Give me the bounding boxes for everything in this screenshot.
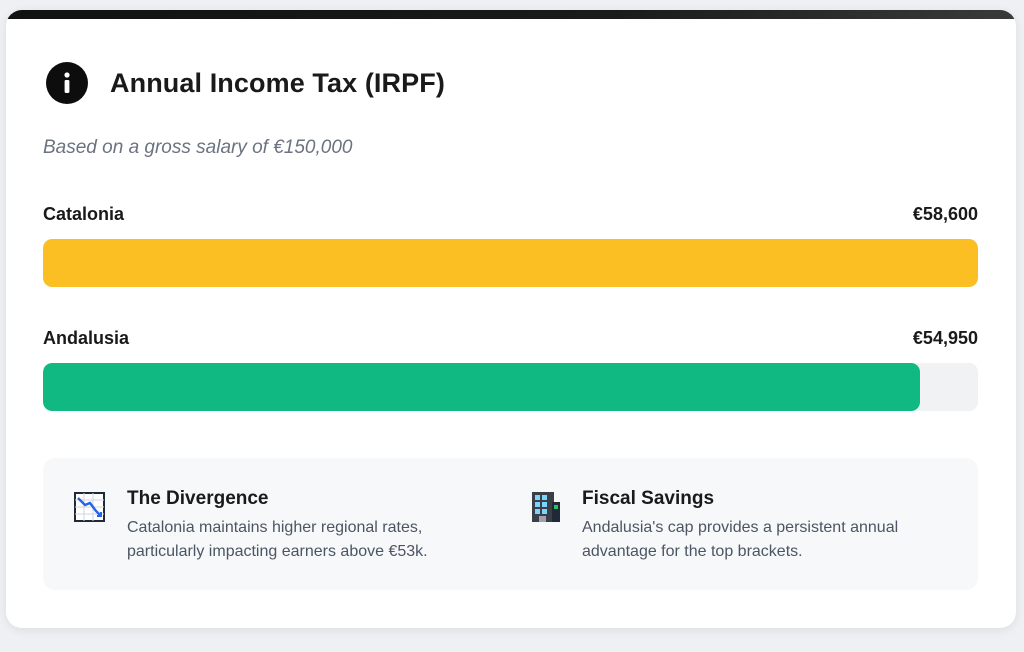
note-body: Andalusia's cap provides a persistent an… — [582, 516, 898, 564]
note-line: Catalonia maintains higher regional rate… — [127, 519, 423, 536]
card-title: Annual Income Tax (IRPF) — [110, 67, 445, 98]
note-divergence: The Divergence Catalonia maintains highe… — [73, 488, 428, 564]
tax-bar-fill — [43, 363, 920, 411]
note-body: Catalonia maintains higher regional rate… — [127, 516, 428, 564]
region-amount: €54,950 — [912, 328, 978, 348]
region-catalonia: Catalonia €58,600 — [43, 204, 978, 287]
office-building-icon — [528, 490, 562, 524]
note-line: Andalusia's cap provides a persistent an… — [582, 519, 899, 536]
chart-decreasing-icon — [73, 490, 107, 524]
note-line: particularly impacting earners above €53… — [127, 543, 428, 560]
insights-panel: The Divergence Catalonia maintains highe… — [43, 458, 978, 590]
note-title: The Divergence — [127, 488, 269, 509]
region-andalusia: Andalusia €54,950 — [43, 328, 978, 411]
salary-subtitle: Based on a gross salary of €150,000 — [43, 137, 353, 158]
region-name: Andalusia — [43, 328, 130, 348]
region-amount: €58,600 — [912, 204, 978, 224]
tax-bar-fill — [43, 239, 978, 287]
tax-bar-track — [43, 239, 978, 287]
tax-bar-track — [43, 363, 978, 411]
card-header: Annual Income Tax (IRPF) — [46, 62, 445, 104]
note-fiscal-savings: Fiscal Savings Andalusia's cap provides … — [528, 488, 898, 564]
note-line: advantage for the top brackets. — [582, 543, 803, 560]
tax-card: Annual Income Tax (IRPF) Based on a gros… — [6, 10, 1016, 628]
card-top-border — [6, 10, 1016, 19]
region-name: Catalonia — [43, 204, 125, 224]
note-title: Fiscal Savings — [582, 488, 715, 509]
info-icon — [46, 62, 88, 104]
